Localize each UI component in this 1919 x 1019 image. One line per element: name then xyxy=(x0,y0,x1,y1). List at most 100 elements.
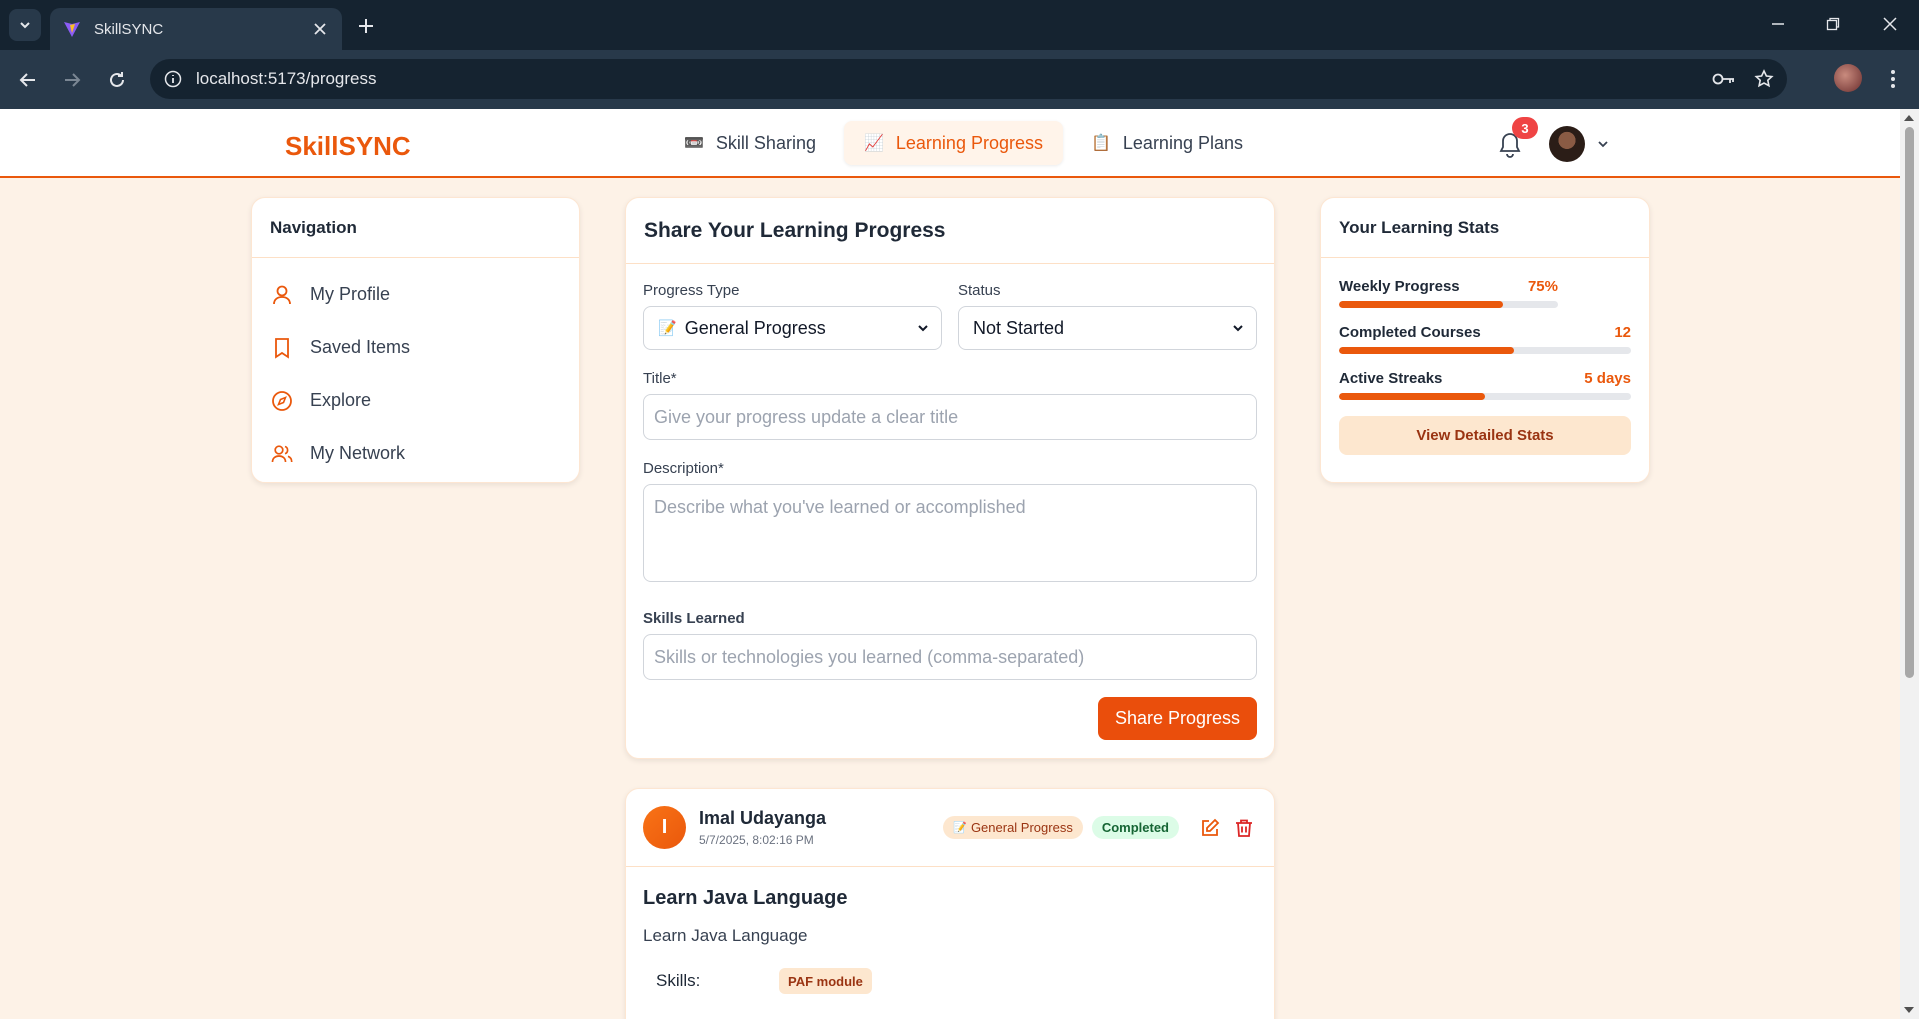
user-menu-toggle[interactable] xyxy=(1594,135,1612,153)
browser-tab[interactable]: SkillSYNC xyxy=(50,8,342,50)
sidebar-item-label: My Network xyxy=(310,443,406,463)
user-icon xyxy=(270,283,294,307)
star-icon xyxy=(1754,69,1774,88)
nav-tab-learning-plans[interactable]: 📋 Learning Plans xyxy=(1071,121,1263,165)
key-icon xyxy=(1712,73,1734,85)
address-bar[interactable]: localhost:5173/progress xyxy=(150,59,1787,99)
app-header: SkillSYNC 📼 Skill Sharing 📈 Learning Pro… xyxy=(0,109,1900,178)
status-value: Not Started xyxy=(973,317,1065,338)
progress-bar-track xyxy=(1339,347,1631,354)
reload-icon xyxy=(110,72,124,87)
share-progress-card: Share Your Learning Progress Progress Ty… xyxy=(625,197,1275,759)
sidebar-list: My Profile Saved Items Explore My Networ… xyxy=(252,258,579,490)
browser-tabstrip: SkillSYNC xyxy=(0,0,1919,50)
scroll-down-arrow[interactable] xyxy=(1904,1007,1914,1013)
navigation-card: Navigation My Profile Saved Items Explor… xyxy=(251,197,580,483)
title-input[interactable]: Give your progress update a clear title xyxy=(643,394,1257,440)
stat-completed-courses: Completed Courses 12 xyxy=(1339,324,1631,354)
post-timestamp: 5/7/2025, 8:02:16 PM xyxy=(699,833,814,847)
delete-post-button[interactable] xyxy=(1231,815,1257,841)
bookmark-star-button[interactable] xyxy=(1747,62,1781,96)
videocassette-icon: 📼 xyxy=(684,135,704,152)
post-skills-row: Skills: PAF module xyxy=(643,968,1257,994)
stat-active-streaks: Active Streaks 5 days xyxy=(1339,370,1631,400)
sidebar-item-label: Explore xyxy=(310,390,372,410)
stat-label: Active Streaks xyxy=(1339,370,1443,387)
restore-button[interactable] xyxy=(1813,8,1853,40)
scrollbar-thumb[interactable] xyxy=(1905,127,1914,678)
edit-post-button[interactable] xyxy=(1197,815,1223,841)
post-author-name[interactable]: Imal Udayanga xyxy=(699,808,943,829)
chevron-down-icon xyxy=(1598,141,1608,148)
post-author-avatar[interactable]: I xyxy=(643,806,686,849)
stat-label: Weekly Progress xyxy=(1339,278,1460,295)
more-vertical-icon xyxy=(1891,70,1895,88)
sidebar-item-label: Saved Items xyxy=(310,337,411,357)
progress-bar-fill xyxy=(1339,301,1504,308)
post-type-badge: 📝 General Progress xyxy=(943,816,1083,839)
page-scrollbar[interactable] xyxy=(1900,109,1919,1019)
title-label: Title* xyxy=(643,370,677,387)
description-textarea[interactable]: Describe what you've learned or accompli… xyxy=(643,484,1257,582)
nav-tab-learning-progress[interactable]: 📈 Learning Progress xyxy=(843,121,1063,165)
tab-title: SkillSYNC xyxy=(94,20,164,38)
progress-bar-track xyxy=(1339,393,1631,400)
browser-profile-avatar[interactable] xyxy=(1834,64,1862,92)
progress-type-select[interactable]: 📝 General Progress xyxy=(643,306,942,350)
arrow-left-icon xyxy=(19,73,35,87)
clipboard-icon: 📋 xyxy=(1090,135,1111,152)
sidebar-item-my-profile[interactable]: My Profile xyxy=(252,268,579,321)
sidebar-item-label: My Profile xyxy=(310,284,391,304)
stats-title: Your Learning Stats xyxy=(1321,198,1649,258)
sidebar-item-explore[interactable]: Explore xyxy=(252,374,579,427)
skills-input[interactable]: Skills or technologies you learned (comm… xyxy=(643,634,1257,680)
users-icon xyxy=(270,442,294,466)
skills-label: Skills: xyxy=(656,971,701,990)
app-logo[interactable]: SkillSYNC xyxy=(285,131,411,162)
nav-tab-label: Learning Progress xyxy=(895,132,1043,153)
navigation-title: Navigation xyxy=(252,198,579,258)
stat-label: Completed Courses xyxy=(1339,324,1481,341)
edit-icon xyxy=(1202,818,1220,836)
status-label: Status xyxy=(958,282,1001,299)
close-window-button[interactable] xyxy=(1870,8,1910,40)
description-label: Description* xyxy=(643,460,724,477)
back-button[interactable] xyxy=(12,64,44,96)
status-select[interactable]: Not Started xyxy=(958,306,1257,350)
view-detailed-stats-button[interactable]: View Detailed Stats xyxy=(1339,416,1631,455)
sidebar-item-my-network[interactable]: My Network xyxy=(252,427,579,480)
nav-tab-skill-sharing[interactable]: 📼 Skill Sharing xyxy=(664,121,836,165)
close-icon xyxy=(1883,17,1897,31)
forward-button[interactable] xyxy=(56,64,88,96)
user-avatar[interactable] xyxy=(1549,126,1585,162)
trash-icon xyxy=(1236,819,1252,837)
vite-logo-icon xyxy=(64,22,80,37)
password-key-button[interactable] xyxy=(1707,62,1741,96)
tab-close-button[interactable] xyxy=(310,19,330,39)
chevron-down-icon xyxy=(1233,325,1243,332)
new-tab-button[interactable] xyxy=(352,12,380,40)
progress-post-card: I Imal Udayanga 5/7/2025, 8:02:16 PM 📝 G… xyxy=(625,788,1275,1019)
post-header: I Imal Udayanga 5/7/2025, 8:02:16 PM 📝 G… xyxy=(626,789,1274,867)
site-info-button[interactable] xyxy=(158,64,188,94)
tab-search-button[interactable] xyxy=(9,9,41,41)
close-icon xyxy=(314,23,326,35)
minimize-icon xyxy=(1772,23,1784,25)
restore-icon xyxy=(1826,17,1840,31)
post-type-label: General Progress xyxy=(970,820,1073,835)
share-progress-button[interactable]: Share Progress xyxy=(1097,697,1257,740)
chevron-down-icon xyxy=(918,325,928,332)
compass-icon xyxy=(270,389,294,413)
reload-button[interactable] xyxy=(101,64,133,96)
minimize-button[interactable] xyxy=(1758,8,1798,40)
stat-value: 75% xyxy=(1527,278,1558,295)
main-nav: 📼 Skill Sharing 📈 Learning Progress 📋 Le… xyxy=(664,121,1263,165)
browser-menu-button[interactable] xyxy=(1878,64,1908,94)
sidebar-item-saved-items[interactable]: Saved Items xyxy=(252,321,579,374)
bookmark-icon xyxy=(270,336,294,360)
info-icon xyxy=(164,70,182,88)
progress-bar-fill xyxy=(1339,347,1515,354)
scroll-up-arrow[interactable] xyxy=(1904,115,1914,121)
url-text: localhost:5173/progress xyxy=(196,69,377,88)
chart-increasing-icon: 📈 xyxy=(863,135,884,152)
